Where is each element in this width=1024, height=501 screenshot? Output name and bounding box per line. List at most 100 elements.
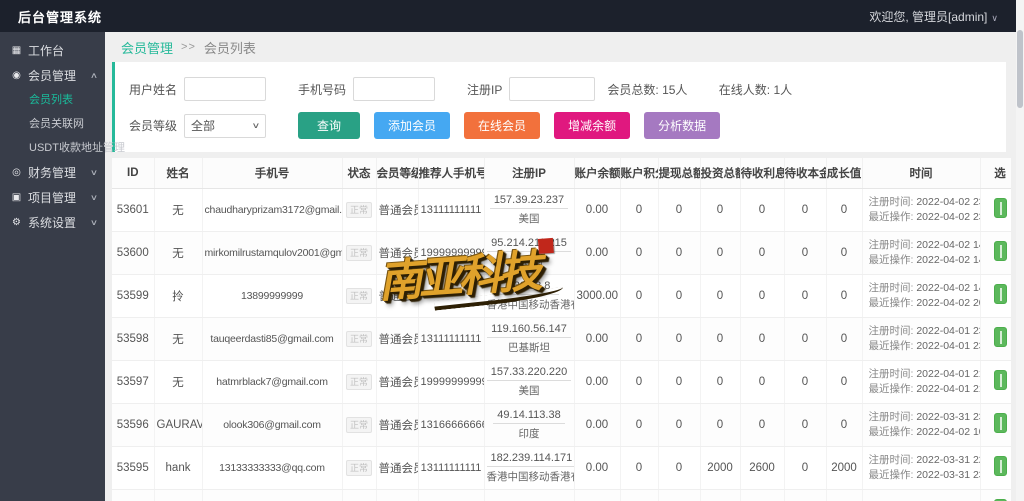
sidebar-item-member-management[interactable]: ◉ 会员管理 ∧ — [0, 63, 105, 88]
action-button[interactable] — [993, 241, 1007, 261]
action-button[interactable] — [993, 284, 1007, 304]
analyze-data-button[interactable]: 分析数据 — [644, 112, 721, 139]
table-row: 53601无chaudharyprizam3172@gmail.com正常普通会… — [112, 188, 1011, 232]
cell-referrer: 13111111111 — [418, 446, 485, 490]
project-icon: ▣ — [11, 192, 22, 203]
sidebar-subitem-usdt-address[interactable]: USDT收款地址管理 — [0, 136, 125, 160]
action-button[interactable] — [993, 413, 1007, 433]
cell-withdraw: 0 — [658, 274, 701, 318]
column-header: 选 — [980, 158, 1011, 189]
cell-withdraw: 0 — [658, 489, 701, 501]
cell-principal: 0 — [784, 489, 827, 501]
action-button[interactable] — [993, 456, 1007, 476]
cell-referrer: 13166666666 — [418, 489, 485, 501]
cell-action — [980, 317, 1011, 361]
vertical-scrollbar[interactable] — [1016, 0, 1024, 501]
cell-balance: 0.00 — [574, 489, 621, 501]
status-badge[interactable]: 正常 — [345, 330, 372, 347]
total-members-value: 15人 — [662, 82, 688, 97]
cell-referrer: 13111111111 — [418, 188, 485, 232]
username-input[interactable] — [184, 77, 267, 101]
register-ip-input[interactable] — [509, 77, 596, 101]
cell-action — [980, 489, 1011, 501]
sidebar-item-label: 会员管理 — [28, 69, 77, 83]
ip-address: 157.39.23.237 — [489, 194, 569, 209]
sidebar-subitem-member-network[interactable]: 会员关联网 — [0, 112, 105, 136]
action-button[interactable] — [993, 198, 1007, 218]
add-member-button[interactable]: 添加会员 — [374, 112, 451, 139]
status-badge[interactable]: 正常 — [345, 373, 372, 390]
table-row: 53598无tauqeerdasti85@gmail.com正常普通会员1311… — [112, 317, 1011, 361]
column-header: 待收利息 — [740, 158, 785, 189]
ip-location: 印度 — [518, 427, 540, 440]
cell-name: 无 — [154, 188, 203, 232]
cell-balance: 0.00 — [574, 231, 621, 275]
ip-address: 182.239.114.171 — [486, 452, 573, 467]
cell-growth: 0 — [826, 489, 863, 501]
sidebar-item-workbench[interactable]: ▦ 工作台 — [0, 38, 105, 63]
phone-input[interactable] — [353, 77, 436, 101]
chevron-down-icon: ∨ — [991, 12, 998, 23]
cell-id: 53596 — [112, 403, 155, 447]
table-row: 53593无olook306@gamil.com正常普通会员1316666666… — [112, 489, 1011, 501]
cell-phone: chaudharyprizam3172@gmail.com — [202, 188, 343, 232]
cell-balance: 0.00 — [574, 360, 621, 404]
column-header: 注册IP — [484, 158, 575, 189]
cell-id: 53595 — [112, 446, 155, 490]
cell-ip: 182.239.114.171 香港中国移动香港有限公司 — [484, 446, 575, 490]
sidebar-subitem-member-list[interactable]: 会员列表 — [0, 88, 105, 112]
ip-address: 95.214.211.215 — [487, 237, 571, 252]
status-badge[interactable]: 正常 — [345, 201, 372, 218]
main-content: 会员管理 >> 会员列表 用户姓名 手机号码 注册IP 会员总数: 15人 在线… — [105, 32, 1016, 501]
cell-invest: 0 — [700, 231, 741, 275]
cell-balance: 3000.00 — [574, 274, 621, 318]
breadcrumb-section[interactable]: 会员管理 — [121, 38, 173, 57]
cell-points: 0 — [620, 403, 659, 447]
cell-principal: 0 — [784, 274, 827, 318]
sidebar-item-label: 财务管理 — [28, 166, 77, 180]
status-badge[interactable]: 正常 — [345, 459, 372, 476]
sidebar-item-label: 项目管理 — [28, 191, 77, 205]
cell-id: 53601 — [112, 188, 155, 232]
scrollbar-thumb[interactable] — [1017, 30, 1023, 108]
sidebar-item-system-settings[interactable]: ⚙ 系统设置 ∨ — [0, 210, 105, 235]
status-badge[interactable]: 正常 — [345, 416, 372, 433]
column-header: 时间 — [862, 158, 981, 189]
user-menu[interactable]: 欢迎您, 管理员[admin] ∨ — [869, 8, 998, 25]
cell-withdraw: 0 — [658, 446, 701, 490]
member-level-select[interactable]: 全部 ∨ — [184, 113, 267, 138]
table-row: 53597无hatmrblack7@gmail.com正常普通会员1999999… — [112, 360, 1011, 404]
cell-status: 正常 — [342, 274, 377, 318]
cell-growth: 0 — [826, 188, 863, 232]
member-table-card: ID姓名手机号状态会员等级推荐人手机号注册IP账户余额账户积分提现总额投资总额待… — [112, 158, 1011, 501]
members-icon: ◉ — [12, 70, 21, 81]
sidebar-item-finance-management[interactable]: ◎ 财务管理 ∨ — [0, 160, 105, 185]
cell-phone: hatmrblack7@gmail.com — [202, 360, 343, 404]
status-badge[interactable]: 正常 — [345, 287, 372, 304]
adjust-balance-button[interactable]: 增减余额 — [554, 112, 631, 139]
action-button[interactable] — [993, 327, 1007, 347]
cell-time: 注册时间: 2022-03-31 23:34:51最近操作: 2022-04-0… — [862, 403, 981, 447]
cell-referrer: 19999999999 — [418, 231, 485, 275]
cell-action — [980, 446, 1011, 490]
cell-level: 普通会员 — [376, 188, 419, 232]
cell-level: 普通会员 — [376, 231, 419, 275]
online-members-button[interactable]: 在线会员 — [464, 112, 541, 139]
cell-interest: 0 — [740, 188, 785, 232]
table-header-row: ID姓名手机号状态会员等级推荐人手机号注册IP账户余额账户积分提现总额投资总额待… — [112, 158, 1011, 189]
cell-points: 0 — [620, 489, 659, 501]
sidebar-item-project-management[interactable]: ▣ 项目管理 ∨ — [0, 185, 105, 210]
sidebar-item-label: 系统设置 — [28, 216, 77, 230]
status-badge[interactable]: 正常 — [345, 244, 372, 261]
action-button[interactable] — [993, 370, 1007, 390]
cell-interest: 2600 — [740, 446, 785, 490]
cell-phone: tauqeerdasti85@gmail.com — [202, 317, 343, 361]
cell-time: 注册时间: 2022-03-31 20:09:42 — [862, 489, 981, 501]
cell-principal: 0 — [784, 360, 827, 404]
cell-withdraw: 0 — [658, 317, 701, 361]
cell-time: 注册时间: 2022-04-01 23:46:57最近操作: 2022-04-0… — [862, 317, 981, 361]
search-button[interactable]: 查询 — [298, 112, 361, 139]
cell-principal: 0 — [784, 403, 827, 447]
cell-referrer — [418, 274, 485, 318]
cell-invest: 0 — [700, 489, 741, 501]
